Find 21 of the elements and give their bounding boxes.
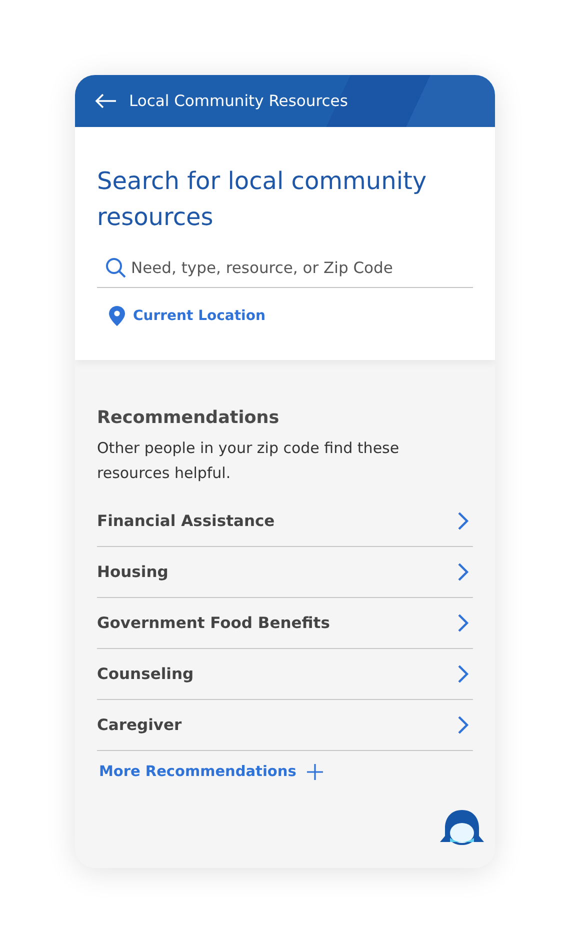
recommendation-item[interactable]: Financial Assistance xyxy=(97,496,473,547)
plus-icon xyxy=(306,763,324,781)
chevron-right-icon xyxy=(457,613,469,633)
section-description: Other people in your zip code find these resources helpful. xyxy=(97,438,400,484)
current-location-link[interactable]: Current Location xyxy=(109,306,266,326)
chevron-right-icon xyxy=(457,562,469,582)
header-title: Local Community Resources xyxy=(129,92,348,110)
location-pin-icon xyxy=(109,306,125,326)
recommendation-item[interactable]: Caregiver xyxy=(97,700,473,751)
recommendation-item[interactable]: Government Food Benefits xyxy=(97,598,473,649)
recommendation-item[interactable]: Counseling xyxy=(97,649,473,700)
chevron-right-icon xyxy=(457,511,469,531)
chevron-right-icon xyxy=(457,664,469,684)
back-icon[interactable] xyxy=(95,93,117,109)
section-title: Recommendations xyxy=(97,408,280,428)
recommendation-item[interactable]: Housing xyxy=(97,547,473,598)
chevron-right-icon xyxy=(457,715,469,735)
search-heading: Search for local community resources xyxy=(97,166,428,233)
chat-assistant-icon[interactable] xyxy=(439,808,485,848)
more-recommendations-link[interactable]: More Recommendations xyxy=(99,763,324,781)
search-icon xyxy=(105,257,127,279)
